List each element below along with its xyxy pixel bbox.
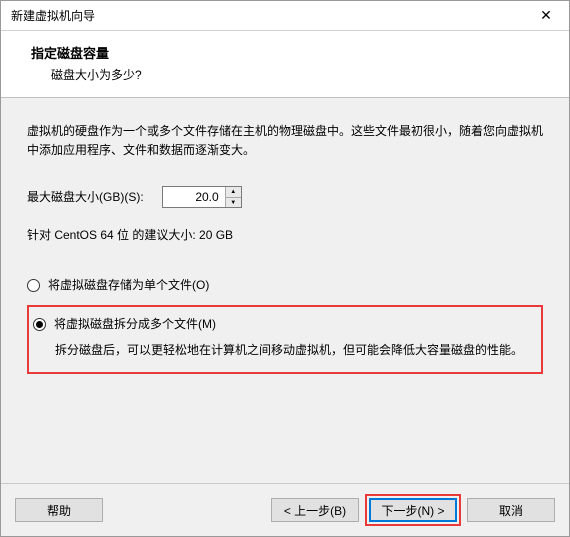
disk-size-input[interactable] <box>163 187 225 207</box>
footer-right-group: < 上一步(B) 下一步(N) > 取消 <box>271 494 555 526</box>
radio-single-file[interactable]: 将虚拟磁盘存储为单个文件(O) <box>27 276 543 295</box>
radio-icon <box>27 279 40 292</box>
header-panel: 指定磁盘容量 磁盘大小为多少? <box>1 31 569 98</box>
recommended-size-text: 针对 CentOS 64 位 的建议大小: 20 GB <box>27 226 543 245</box>
radio-split-files[interactable]: 将虚拟磁盘拆分成多个文件(M) <box>33 315 531 334</box>
radio-split-label: 将虚拟磁盘拆分成多个文件(M) <box>54 315 216 334</box>
next-highlight: 下一步(N) > <box>365 494 461 526</box>
highlighted-option: 将虚拟磁盘拆分成多个文件(M) 拆分磁盘后，可以更轻松地在计算机之间移动虚拟机，… <box>27 305 543 375</box>
window-title: 新建虚拟机向导 <box>11 7 95 24</box>
radio-single-label: 将虚拟磁盘存储为单个文件(O) <box>48 276 209 295</box>
close-icon[interactable]: ✕ <box>531 4 561 28</box>
description-text: 虚拟机的硬盘作为一个或多个文件存储在主机的物理磁盘中。这些文件最初很小，随着您向… <box>27 122 543 160</box>
titlebar: 新建虚拟机向导 ✕ <box>1 1 569 31</box>
spinner-down-icon[interactable]: ▼ <box>226 198 241 208</box>
help-button[interactable]: 帮助 <box>15 498 103 522</box>
back-button[interactable]: < 上一步(B) <box>271 498 359 522</box>
footer-bar: 帮助 < 上一步(B) 下一步(N) > 取消 <box>1 483 569 536</box>
next-button[interactable]: 下一步(N) > <box>369 498 457 522</box>
content-area: 虚拟机的硬盘作为一个或多个文件存储在主机的物理磁盘中。这些文件最初很小，随着您向… <box>1 98 569 483</box>
spinner-up-icon[interactable]: ▲ <box>226 187 241 198</box>
radio-icon <box>33 318 46 331</box>
page-subtitle: 磁盘大小为多少? <box>31 66 549 83</box>
wizard-window: 新建虚拟机向导 ✕ 指定磁盘容量 磁盘大小为多少? 虚拟机的硬盘作为一个或多个文… <box>0 0 570 537</box>
disk-size-row: 最大磁盘大小(GB)(S): ▲ ▼ <box>27 186 543 208</box>
disk-size-label: 最大磁盘大小(GB)(S): <box>27 188 144 207</box>
spinner-buttons: ▲ ▼ <box>225 187 241 207</box>
disk-size-spinner[interactable]: ▲ ▼ <box>162 186 242 208</box>
cancel-button[interactable]: 取消 <box>467 498 555 522</box>
split-description: 拆分磁盘后，可以更轻松地在计算机之间移动虚拟机，但可能会降低大容量磁盘的性能。 <box>33 340 531 360</box>
page-title: 指定磁盘容量 <box>31 43 549 62</box>
